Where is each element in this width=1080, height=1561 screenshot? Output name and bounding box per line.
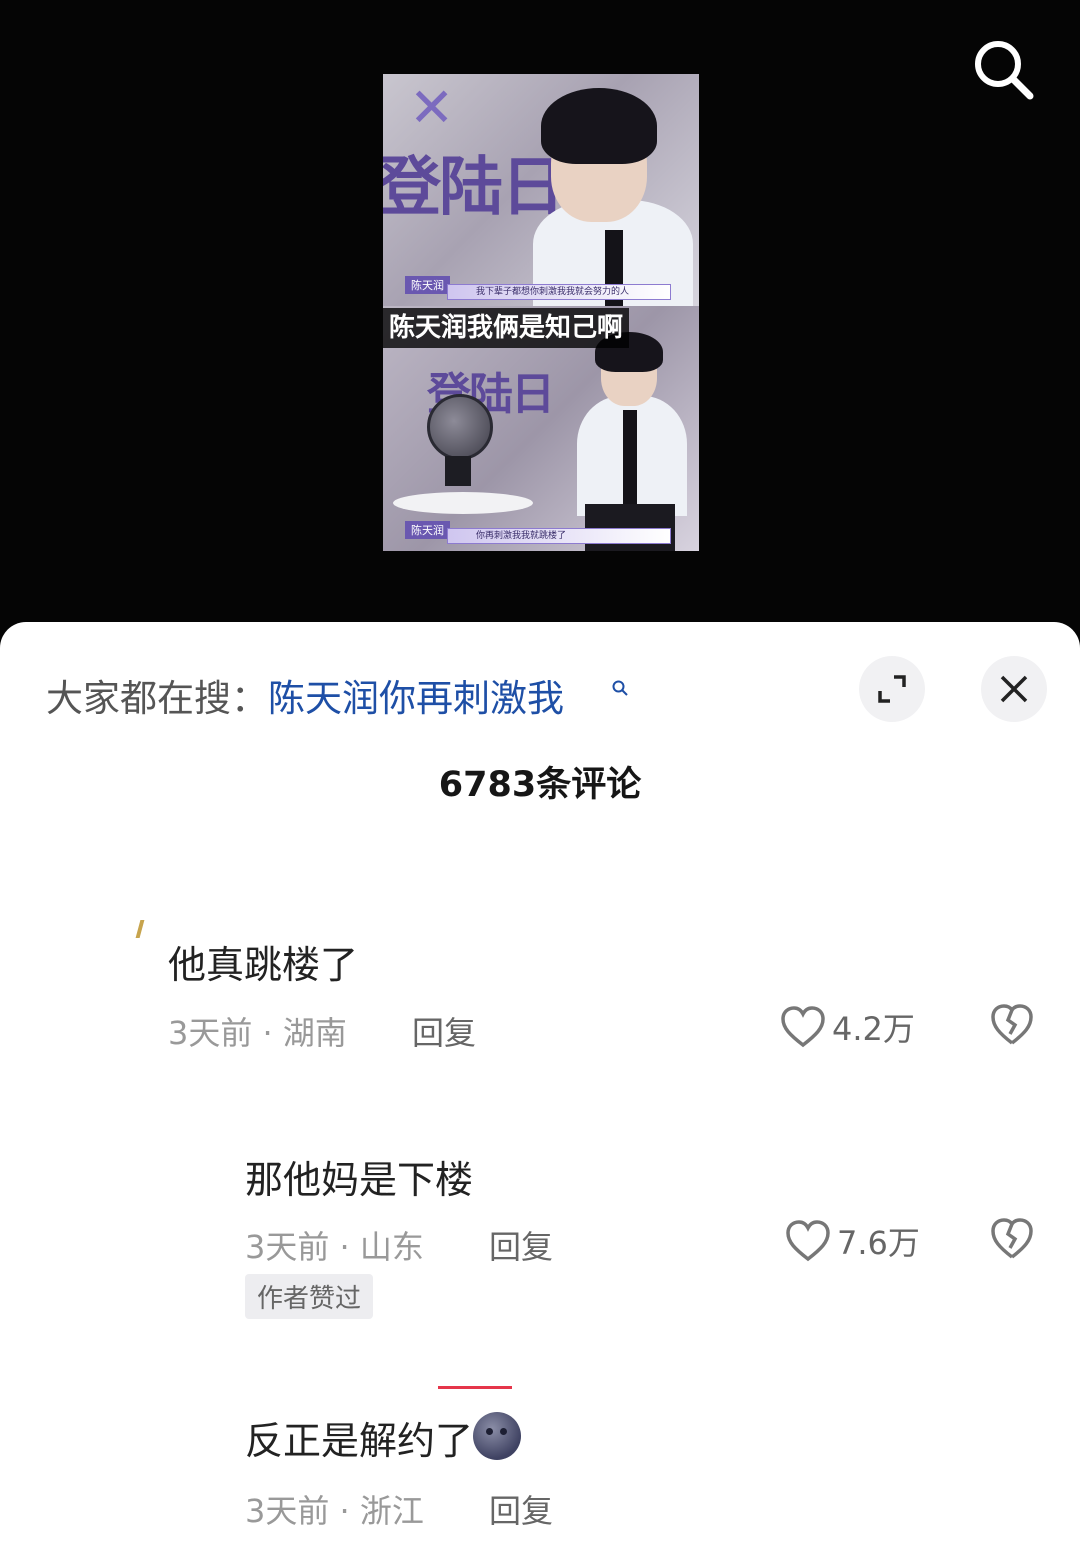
broken-heart-icon bbox=[991, 1004, 1033, 1045]
name-tag: 陈天润 bbox=[405, 521, 450, 539]
close-icon bbox=[1000, 675, 1028, 703]
reply-button[interactable]: 回复 bbox=[489, 1222, 553, 1268]
dislike-button[interactable] bbox=[990, 1004, 1034, 1050]
comment-meta: 3天前 · 浙江 bbox=[245, 1492, 424, 1530]
comment-text-content: 反正是解约了 bbox=[245, 1419, 474, 1463]
like-count: 4.2万 bbox=[832, 1010, 915, 1048]
expand-icon bbox=[878, 675, 906, 703]
search-hint-prefix: 大家都在搜： bbox=[46, 677, 268, 720]
reply-button[interactable]: 回复 bbox=[489, 1486, 553, 1532]
globe-prop bbox=[427, 394, 493, 460]
table-prop bbox=[393, 492, 533, 514]
video-caption: 陈天润我俩是知己啊 bbox=[383, 308, 630, 348]
comment-meta: 3天前 · 湖南 bbox=[168, 1014, 347, 1052]
subtitle-bar: 你再刺激我我就跳楼了 bbox=[447, 528, 671, 544]
comment-time: 3天前 bbox=[245, 1228, 330, 1266]
comment-location: 湖南 bbox=[282, 1014, 347, 1052]
video-area[interactable]: ✕ 登陆日 陈天润 我下辈子都想你刺激我我就会努力的人 登陆日 陈天润 你再刺激… bbox=[0, 0, 1080, 640]
subtitle-bar: 我下辈子都想你刺激我我就会努力的人 bbox=[447, 284, 671, 300]
author-liked-badge: 作者赞过 bbox=[245, 1274, 374, 1319]
video-frame-top: ✕ 登陆日 陈天润 我下辈子都想你刺激我我就会努力的人 bbox=[383, 74, 699, 308]
like-count: 7.6万 bbox=[837, 1224, 920, 1262]
comment-text: 反正是解约了 bbox=[245, 1410, 522, 1465]
search-button[interactable] bbox=[968, 34, 1040, 106]
like-button[interactable]: 4.2万 bbox=[780, 1004, 915, 1050]
comment-time: 3天前 bbox=[245, 1492, 330, 1530]
accent-line bbox=[438, 1386, 512, 1389]
moon-face-emoji-icon bbox=[473, 1412, 522, 1460]
search-suggestion[interactable]: 大家都在搜：陈天润你再刺激我 bbox=[46, 668, 564, 722]
search-icon bbox=[612, 680, 628, 696]
comment-location: 山东 bbox=[359, 1228, 424, 1266]
broken-heart-icon bbox=[991, 1218, 1033, 1259]
like-button[interactable]: 7.6万 bbox=[785, 1218, 920, 1264]
reply-button[interactable]: 回复 bbox=[412, 1008, 476, 1054]
search-hint-link[interactable]: 陈天润你再刺激我 bbox=[268, 677, 564, 720]
comment-text: 那他妈是下楼 bbox=[245, 1158, 474, 1202]
decoration-mark bbox=[135, 920, 145, 938]
name-tag: 陈天润 bbox=[405, 276, 450, 294]
comment-time: 3天前 bbox=[168, 1014, 253, 1052]
dislike-button[interactable] bbox=[990, 1218, 1034, 1264]
comment-location: 浙江 bbox=[359, 1492, 424, 1530]
comment-count: 6783条评论 bbox=[438, 765, 642, 805]
person-figure bbox=[571, 332, 691, 551]
person-figure bbox=[523, 80, 693, 308]
heart-icon bbox=[781, 1006, 825, 1048]
comment-meta: 3天前 · 山东 bbox=[245, 1228, 424, 1266]
comment-text: 他真跳楼了 bbox=[168, 943, 359, 987]
search-icon bbox=[975, 41, 1034, 100]
comments-panel: 大家都在搜：陈天润你再刺激我 6783条评论 他真跳楼了 3天前 · 湖南 回复… bbox=[0, 622, 1080, 1561]
heart-icon bbox=[786, 1220, 830, 1262]
show-emblem: ✕ bbox=[409, 76, 455, 139]
expand-button[interactable] bbox=[859, 656, 925, 722]
close-button[interactable] bbox=[981, 656, 1047, 722]
